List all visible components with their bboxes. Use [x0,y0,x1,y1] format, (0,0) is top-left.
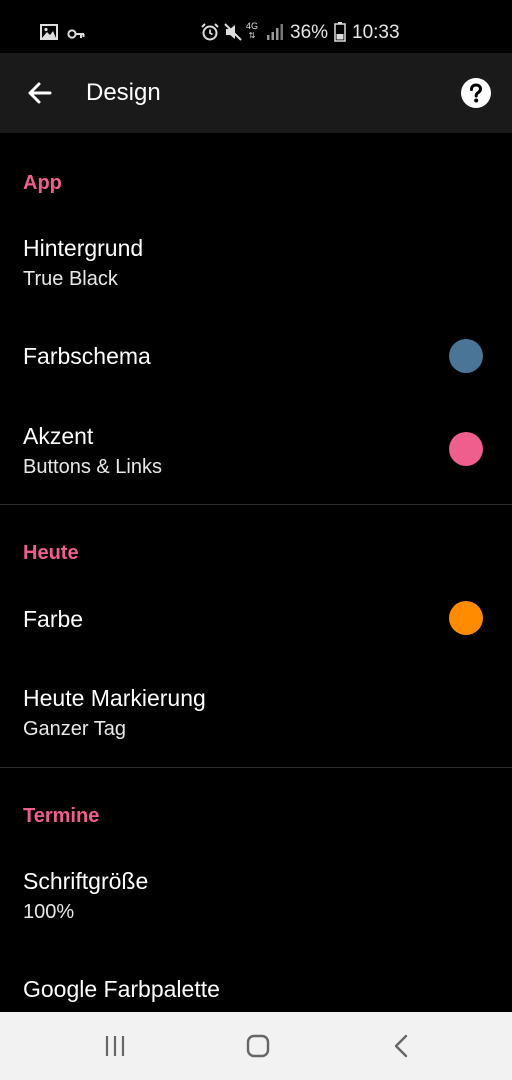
setting-akzent-value: Buttons & Links [23,456,162,478]
battery-percent: 36% [290,22,329,43]
battery-icon [334,22,346,47]
setting-google-farbpalette[interactable]: Google Farbpalette [0,960,512,1012]
setting-heute-markierung[interactable]: Heute Markierung Ganzer Tag [0,670,512,760]
help-icon [461,78,491,108]
network-4g-icon: 4G ⇅ [246,21,259,40]
app-bar: Design [0,53,512,133]
section-header-app: App [23,172,62,194]
recent-apps-icon [105,1036,125,1056]
home-button[interactable] [242,1030,274,1062]
farbschema-color-swatch [449,339,483,373]
setting-farbschema-title: Farbschema [23,343,151,369]
page-title: Design [86,79,161,106]
setting-farbschema[interactable]: Farbschema [0,318,512,394]
setting-google-farbpalette-title: Google Farbpalette [23,976,220,1002]
help-button[interactable] [460,77,492,109]
network-label: 4G [246,21,259,31]
status-bar: 4G ⇅ 36% 10:33 [0,0,512,53]
divider [0,504,512,505]
setting-schriftgroesse[interactable]: Schriftgröße 100% [0,852,512,944]
back-button[interactable] [24,77,56,109]
signal-icon [266,23,284,46]
setting-farbe-title: Farbe [23,606,84,632]
setting-akzent-title: Akzent [23,423,94,449]
setting-hintergrund-value: True Black [23,268,118,290]
setting-heute-markierung-value: Ganzer Tag [23,718,127,740]
system-back-button[interactable] [386,1030,418,1062]
farbe-color-swatch [449,601,483,635]
setting-schriftgroesse-value: 100% [23,901,75,923]
screen: 4G ⇅ 36% 10:33 Design App Hintergrund Tr… [0,0,512,1080]
back-icon [394,1034,408,1058]
setting-hintergrund-title: Hintergrund [23,235,144,261]
arrow-left-icon [28,82,52,104]
image-icon [40,24,58,45]
key-icon [67,27,85,45]
section-header-heute: Heute [23,542,79,564]
mute-icon [223,22,243,47]
setting-farbe[interactable]: Farbe [0,584,512,654]
setting-schriftgroesse-title: Schriftgröße [23,868,149,894]
section-header-termine: Termine [23,805,100,827]
alarm-icon [200,22,220,47]
system-nav-bar [0,1012,512,1080]
akzent-color-swatch [449,432,483,466]
recent-apps-button[interactable] [99,1030,131,1062]
clock: 10:33 [352,22,400,43]
setting-heute-markierung-title: Heute Markierung [23,685,206,711]
setting-hintergrund[interactable]: Hintergrund True Black [0,218,512,308]
divider [0,767,512,768]
home-icon [246,1034,270,1058]
setting-akzent[interactable]: Akzent Buttons & Links [0,404,512,500]
